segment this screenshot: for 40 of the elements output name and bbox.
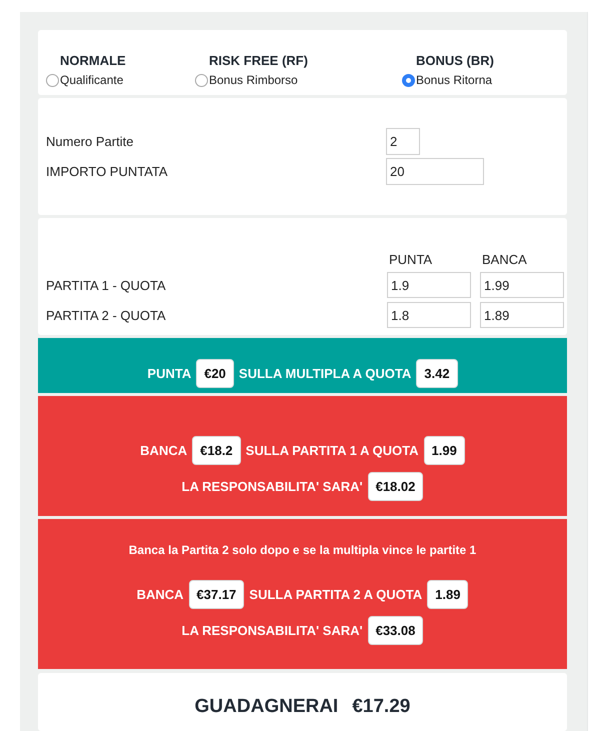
column-heading: BANCA (481, 252, 527, 267)
mode-heading: RISK FREE (RF) (209, 53, 308, 69)
number-input[interactable]: 20 (386, 158, 484, 185)
banner-text: SULLA PARTITA 1 A QUOTA (246, 443, 419, 458)
value-badge: 1.89 (427, 580, 468, 609)
odds-input[interactable]: 1.99 (480, 272, 564, 298)
banner-text: PUNTA (147, 366, 192, 381)
banner-text: SULLA PARTITA 2 A QUOTA (249, 587, 422, 602)
banner-text: LA RESPONSABILITA' SARA' (182, 479, 363, 494)
field-label: PARTITA 1 - QUOTA (46, 278, 166, 292)
value-badge: €20 (196, 359, 234, 388)
radio-button[interactable] (46, 74, 59, 86)
odds-input[interactable]: 1.8 (387, 302, 471, 328)
option-label[interactable]: Bonus Ritorna (416, 73, 492, 87)
column-heading: PUNTA (388, 252, 432, 267)
field-label: Numero Partite (46, 134, 134, 149)
mode-heading: BONUS (BR) (416, 53, 494, 69)
value-badge: €33.08 (368, 616, 424, 645)
banner-text: LA RESPONSABILITA' SARA' (182, 623, 363, 638)
option-label[interactable]: Bonus Rimborso (209, 73, 298, 87)
banner-text: BANCA (136, 587, 184, 602)
number-input[interactable]: 2 (386, 128, 420, 155)
value-badge: 3.42 (416, 359, 458, 388)
profit-amount: €17.29 (352, 696, 410, 718)
mode-heading: NORMALE (60, 53, 126, 69)
option-label[interactable]: Qualificante (60, 73, 124, 87)
banner-text: SULLA MULTIPLA A QUOTA (238, 366, 412, 381)
odds-input[interactable]: 1.9 (387, 272, 471, 298)
field-label: PARTITA 2 - QUOTA (46, 308, 166, 322)
value-badge: €18.02 (368, 472, 424, 501)
value-badge: €18.2 (192, 436, 241, 465)
banner-text: BANCA (140, 443, 188, 458)
radio-button[interactable] (195, 74, 208, 86)
radio-button[interactable] (402, 74, 415, 86)
profit-label: GUADAGNERAI (194, 696, 338, 718)
instruction-text: Banca la Partita 2 solo dopo e se la multipla vince le partite 1 (128, 543, 476, 557)
odds-input[interactable]: 1.89 (480, 302, 564, 328)
value-badge: €37.17 (188, 580, 244, 609)
field-label: IMPORTO PUNTATA (46, 164, 168, 179)
value-badge: 1.99 (424, 436, 465, 465)
